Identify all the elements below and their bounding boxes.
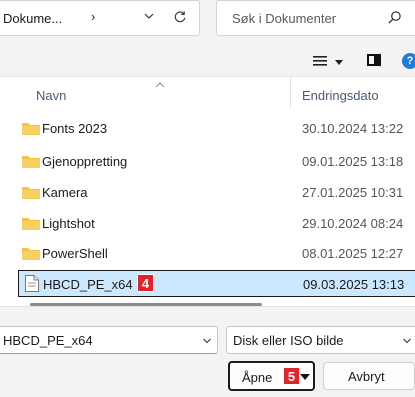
view-dropdown-icon[interactable] [335,60,343,65]
search-placeholder[interactable]: Søk i Dokumenter [232,11,336,26]
dialog-footer: HBCD_PE_x64 Disk eller ISO bilde Åpne 5 … [0,306,415,397]
address-bar[interactable]: Dokume... › [0,0,200,36]
step-badge: 4 [137,274,154,292]
open-dropdown-icon[interactable] [300,374,310,380]
folder-icon [22,156,40,168]
view-toolbar: ? [0,50,415,76]
navigation-bar: Dokume... › Søk i Dokumenter [0,0,415,38]
filetype-value[interactable]: Disk eller ISO bilde [233,333,344,348]
list-item[interactable]: Gjenoppretting 09.01.2025 13:18 [18,148,415,174]
column-header: Navn Endringsdato [0,77,415,109]
file-name: HBCD_PE_x64 [43,277,133,292]
file-name: PowerShell [42,246,108,261]
list-item[interactable]: Fonts 2023 30.10.2024 13:22 [18,115,415,141]
filetype-select[interactable]: Disk eller ISO bilde [226,326,415,354]
folder-icon [22,187,40,199]
open-button[interactable]: Åpne 5 [228,361,315,391]
filename-value[interactable]: HBCD_PE_x64 [3,333,93,348]
file-date: 09.03.2025 13:13 [303,277,405,292]
address-path[interactable]: Dokume... [3,11,62,26]
file-list: Navn Endringsdato Fonts 2023 30.10.2024 … [0,76,415,306]
search-box[interactable]: Søk i Dokumenter [216,0,415,36]
cancel-button[interactable]: Avbryt [323,362,415,390]
folder-icon [22,123,40,135]
step-badge: 5 [283,367,300,385]
column-date-header[interactable]: Endringsdato [302,88,379,103]
chevron-down-icon[interactable] [203,337,211,345]
list-item-selected[interactable]: HBCD_PE_x64 4 09.03.2025 13:13 [18,270,415,297]
file-date: 30.10.2024 13:22 [302,121,404,136]
sort-ascending-icon [155,82,165,88]
file-name: Gjenoppretting [42,154,128,169]
refresh-icon[interactable] [173,10,187,24]
preview-pane-icon[interactable] [367,54,381,66]
folder-icon [22,218,40,230]
file-name: Lightshot [42,216,95,231]
file-date: 09.01.2025 13:18 [302,154,404,169]
filename-combobox[interactable]: HBCD_PE_x64 [0,326,218,354]
help-icon[interactable]: ? [402,53,415,69]
breadcrumb-chevron-icon[interactable]: › [91,9,95,24]
file-icon [25,275,39,292]
column-divider[interactable] [290,77,291,109]
file-date: 08.01.2025 12:27 [302,246,404,261]
list-item[interactable]: PowerShell 08.01.2025 12:27 [18,240,415,266]
chevron-down-icon[interactable] [403,337,411,345]
file-name: Fonts 2023 [42,121,108,136]
view-options-icon[interactable] [313,55,327,67]
column-name-header[interactable]: Navn [36,88,66,103]
list-item[interactable]: Kamera 27.01.2025 10:31 [18,179,415,205]
file-date: 27.01.2025 10:31 [302,185,404,200]
list-item[interactable]: Lightshot 29.10.2024 08:24 [18,210,415,236]
address-dropdown-icon[interactable] [144,11,154,21]
folder-icon [22,248,40,260]
search-icon[interactable] [387,10,402,25]
open-button-label[interactable]: Åpne [242,370,272,385]
file-name: Kamera [42,185,88,200]
file-date: 29.10.2024 08:24 [302,216,404,231]
cancel-button-label[interactable]: Avbryt [348,369,385,384]
